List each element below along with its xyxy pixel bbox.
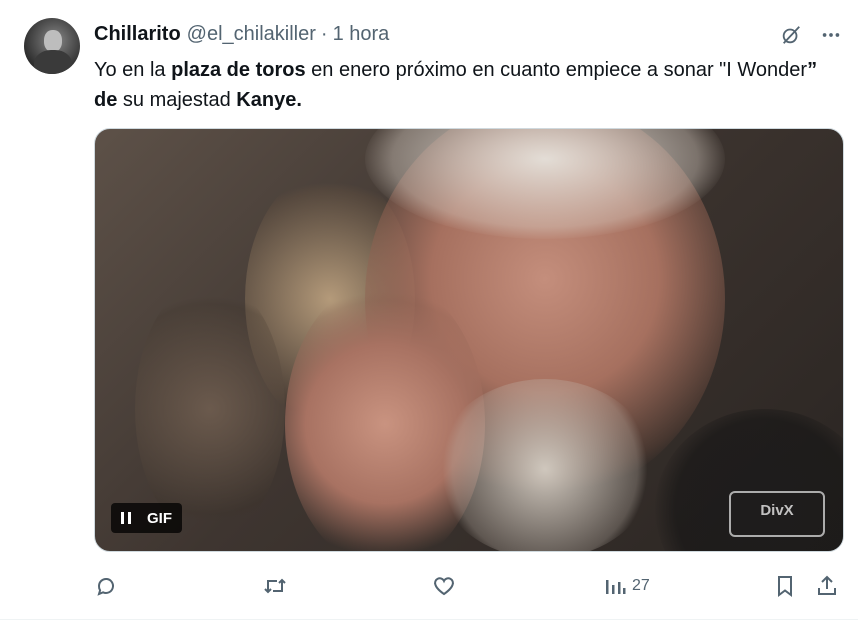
author-handle[interactable]: @el_chilakiller bbox=[187, 23, 316, 46]
grok-icon[interactable] bbox=[778, 22, 804, 48]
retweet-icon bbox=[262, 574, 288, 598]
gif-badge[interactable]: GIF bbox=[111, 503, 182, 533]
reply-icon bbox=[94, 574, 118, 598]
tweet-header: Chillarito @el_chilakiller · 1 hora bbox=[94, 21, 389, 47]
more-icon[interactable] bbox=[818, 22, 844, 48]
bookmark-icon bbox=[774, 574, 796, 598]
pause-icon[interactable] bbox=[111, 503, 141, 533]
views-count: 27 bbox=[632, 577, 650, 594]
bookmark-button[interactable] bbox=[774, 568, 796, 604]
avatar[interactable] bbox=[24, 18, 80, 74]
share-button[interactable] bbox=[816, 568, 838, 604]
avatar-body bbox=[34, 50, 72, 74]
separator-dot: · bbox=[320, 22, 328, 45]
like-icon bbox=[432, 574, 456, 598]
tweet-text-part: su majestad bbox=[117, 89, 237, 111]
tweet-text-part: en enero próximo en cuanto empiece a son… bbox=[305, 59, 808, 81]
like-button[interactable] bbox=[432, 568, 456, 604]
gif-label: GIF bbox=[147, 509, 172, 527]
author-name[interactable]: Chillarito bbox=[94, 23, 181, 46]
retweet-button[interactable] bbox=[262, 568, 288, 604]
avatar-face bbox=[44, 30, 62, 52]
action-bar: 27 bbox=[94, 568, 842, 604]
views-icon bbox=[604, 574, 626, 598]
reply-button[interactable] bbox=[94, 568, 118, 604]
tweet-text: Yo en la plaza de toros en enero próximo… bbox=[94, 55, 834, 115]
tweet-top-actions bbox=[778, 22, 844, 48]
share-icon bbox=[816, 574, 838, 598]
views-button[interactable]: 27 bbox=[604, 568, 650, 604]
timestamp[interactable]: 1 hora bbox=[333, 23, 390, 46]
tweet-text-part: Yo en la bbox=[94, 59, 172, 81]
divx-watermark: DivX bbox=[729, 491, 825, 537]
tweet-text-bold: Kanye. bbox=[236, 89, 302, 111]
gif-media[interactable]: GIF DivX bbox=[94, 128, 844, 552]
tweet-text-bold: plaza de toros bbox=[171, 59, 306, 81]
